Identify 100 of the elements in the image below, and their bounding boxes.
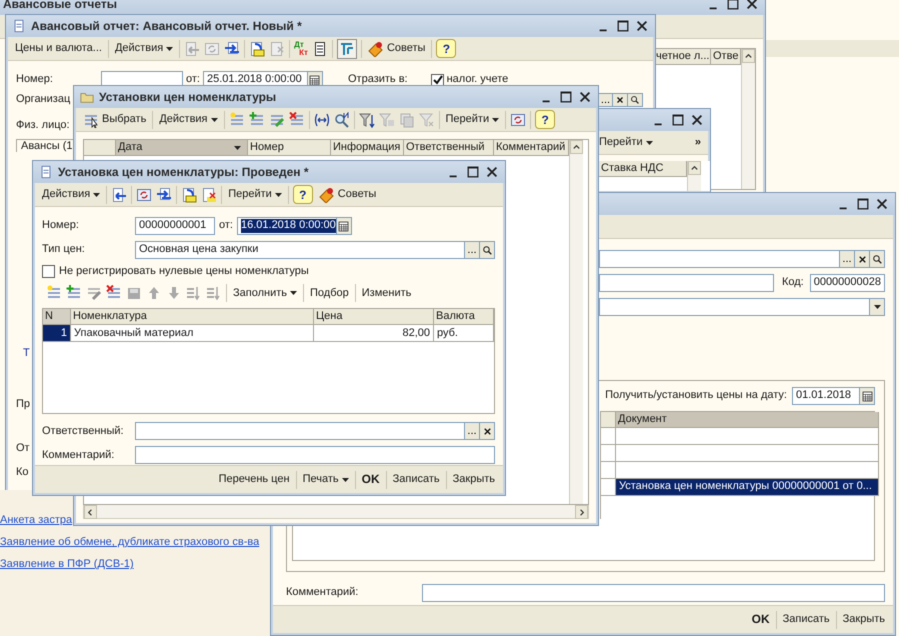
maximize-icon[interactable]: [856, 197, 870, 211]
document-swap-icon[interactable]: [224, 40, 240, 56]
select-field[interactable]: [599, 298, 870, 316]
column-header[interactable]: N: [43, 309, 71, 326]
refresh-icon[interactable]: [136, 186, 152, 202]
column-header[interactable]: Номер: [248, 140, 331, 156]
save-button[interactable]: Записать: [780, 612, 832, 628]
more-button[interactable]: »: [692, 134, 703, 150]
code-field[interactable]: 00000000028: [810, 274, 885, 292]
comment-field[interactable]: [135, 446, 495, 464]
search-button[interactable]: [870, 250, 885, 268]
maximize-icon[interactable]: [466, 165, 480, 179]
ok-button[interactable]: OK: [750, 611, 772, 628]
scrollbar[interactable]: [687, 161, 701, 191]
clear-button[interactable]: [855, 250, 870, 268]
table-cell[interactable]: [616, 445, 879, 462]
search-icon[interactable]: [334, 112, 350, 128]
column-header[interactable]: Валюта: [434, 309, 494, 326]
column-header[interactable]: четное л...: [654, 49, 711, 65]
scrollbar[interactable]: [83, 505, 589, 519]
link[interactable]: Т: [16, 347, 30, 360]
select-button[interactable]: Выбрать: [81, 110, 148, 128]
search-button[interactable]: [480, 241, 495, 259]
column-header[interactable]: Информация: [331, 140, 404, 156]
column-header[interactable]: Дата: [116, 140, 248, 156]
clear-button[interactable]: [480, 422, 495, 440]
date-field[interactable]: 16.01.2018 0:00:00: [236, 217, 337, 235]
choose-button[interactable]: ...: [465, 241, 480, 259]
dropdown-button[interactable]: [870, 298, 885, 316]
close-icon[interactable]: [875, 197, 889, 211]
column-header[interactable]: Ставка НДС: [599, 161, 687, 177]
scrollbar[interactable]: [569, 140, 583, 504]
text-field[interactable]: [599, 250, 840, 268]
cross-list-icon[interactable]: [288, 112, 305, 128]
star-list-icon[interactable]: [228, 112, 245, 128]
column-header[interactable]: Отве: [711, 49, 741, 65]
goto-menu[interactable]: Перейти: [597, 134, 655, 150]
fill-menu[interactable]: Заполнить: [231, 286, 300, 301]
ledger-button[interactable]: Дт Кт: [294, 40, 308, 56]
close-button[interactable]: Закрыть: [840, 612, 887, 628]
column-header[interactable]: Цена: [314, 309, 434, 326]
link[interactable]: Заявление в ПФР (ДСВ-1): [0, 558, 134, 572]
choose-button[interactable]: ...: [840, 250, 855, 268]
price-type-field[interactable]: Основная цена закупки: [135, 241, 465, 259]
close-icon[interactable]: [635, 19, 649, 33]
price-list-button[interactable]: Перечень цен: [216, 472, 292, 488]
text-field[interactable]: [599, 274, 774, 292]
calendar-button[interactable]: [336, 217, 352, 235]
close-icon[interactable]: [745, 0, 759, 11]
table-cell[interactable]: 1: [43, 325, 71, 342]
choose-button[interactable]: ...: [598, 93, 613, 107]
date-field[interactable]: 01.01.2018: [792, 387, 860, 405]
scrollbar[interactable]: [741, 49, 755, 189]
document-up-icon[interactable]: [181, 186, 198, 202]
table-cell[interactable]: Установка цен номенклатуры 00000000001 от 0...: [616, 479, 879, 496]
maximize-icon[interactable]: [671, 113, 685, 127]
print-menu[interactable]: Печать: [300, 472, 351, 488]
actions-menu[interactable]: Действия: [112, 40, 176, 56]
choose-button[interactable]: ...: [465, 422, 480, 440]
goto-menu[interactable]: Перейти: [444, 112, 502, 128]
clear-button[interactable]: [613, 93, 628, 107]
column-header[interactable]: Комментарий: [494, 140, 569, 156]
pick-button[interactable]: Подбор: [308, 286, 351, 301]
comment-field[interactable]: [422, 584, 885, 602]
filter-icon[interactable]: [358, 112, 375, 128]
hierarchy-icon[interactable]: [338, 40, 355, 56]
close-icon[interactable]: [485, 165, 499, 179]
pencil-list-icon[interactable]: [86, 285, 102, 302]
help-button[interactable]: ?: [535, 110, 556, 129]
close-icon[interactable]: [690, 113, 704, 127]
plus-list-icon[interactable]: [248, 112, 265, 128]
number-field[interactable]: 00000000001: [135, 217, 215, 235]
document-up-icon[interactable]: [249, 40, 266, 56]
tips-button[interactable]: Советы: [366, 40, 428, 58]
checkbox[interactable]: [42, 265, 55, 278]
checkbox[interactable]: [430, 74, 444, 86]
document-arrow-icon[interactable]: [111, 186, 128, 202]
ok-button[interactable]: OK: [360, 471, 382, 488]
close-icon[interactable]: [578, 90, 592, 104]
column-header[interactable]: Документ: [616, 412, 879, 428]
help-button[interactable]: ?: [292, 185, 313, 204]
actions-menu[interactable]: Действия: [40, 186, 102, 202]
calendar-button[interactable]: [860, 387, 875, 405]
column-header[interactable]: Номенклатура: [71, 309, 314, 326]
link[interactable]: Заявление об обмене, дубликате страхового св-ва: [0, 536, 260, 550]
maximize-icon[interactable]: [616, 19, 630, 33]
maximize-icon[interactable]: [559, 90, 573, 104]
table-cell[interactable]: [616, 462, 879, 479]
prices-button[interactable]: Цены и валюта...: [13, 40, 104, 56]
document-swap-icon[interactable]: [156, 186, 172, 202]
change-button[interactable]: Изменить: [360, 286, 414, 301]
maximize-icon[interactable]: [726, 0, 740, 11]
tips-button[interactable]: Советы: [316, 186, 378, 204]
actions-menu[interactable]: Действия: [157, 112, 220, 128]
save-button[interactable]: Записать: [390, 472, 442, 488]
search-button[interactable]: [628, 93, 643, 107]
responsible-field[interactable]: [135, 422, 465, 440]
document-cross-icon[interactable]: [201, 186, 218, 202]
link[interactable]: Анкета застра: [0, 514, 72, 528]
help-button[interactable]: ?: [436, 39, 456, 58]
